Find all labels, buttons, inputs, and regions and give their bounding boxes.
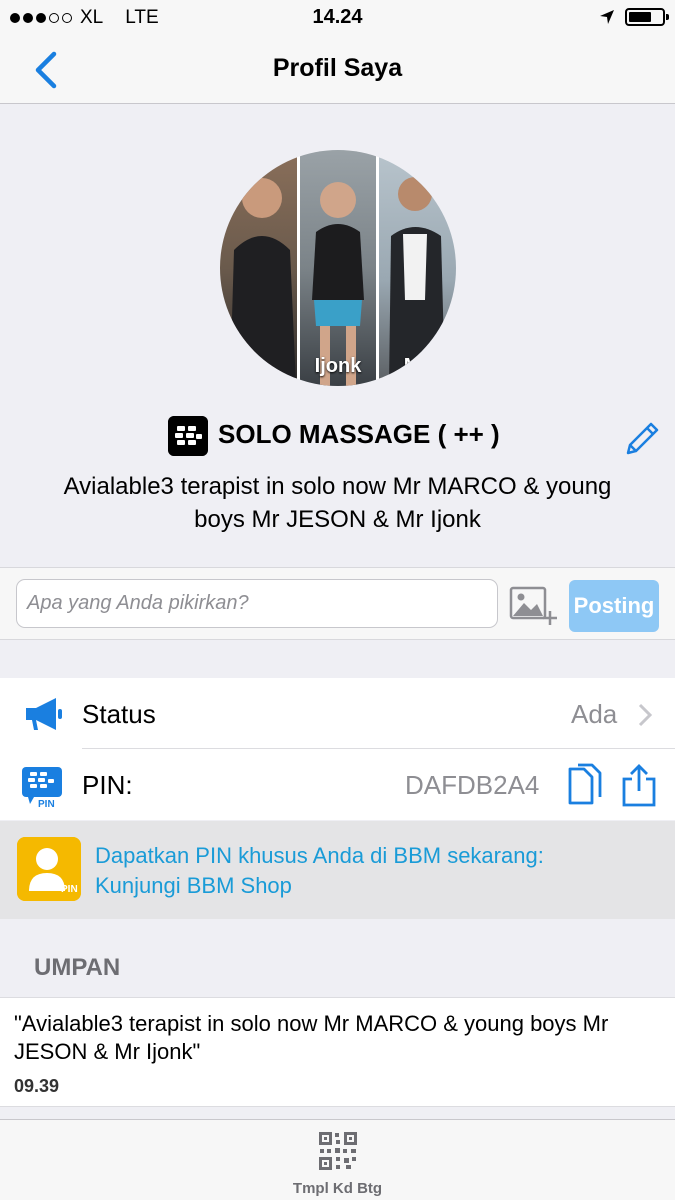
custom-pin-icon: PIN [17, 837, 81, 901]
share-icon[interactable] [620, 763, 658, 807]
page-title: Profil Saya [272, 54, 403, 82]
personal-message: Avialable3 terapist in solo now Mr MARCO… [63, 473, 612, 533]
feed-header: UMPAN [34, 954, 121, 981]
copy-icon[interactable] [566, 763, 604, 807]
bbm-shop-promo[interactable]: PIN Dapatkan PIN khusus Anda di BBM seka… [0, 821, 675, 919]
person-silhouette-icon [389, 177, 446, 386]
status-post-input[interactable]: Apa yang Anda pikirkan? [16, 579, 498, 628]
svg-text:PIN: PIN [61, 884, 78, 895]
status-right [599, 8, 669, 26]
status-label: Status [82, 699, 156, 729]
tab-bar: Tmpl Kd Btg [0, 1119, 675, 1200]
promo-text[interactable]: Dapatkan PIN khusus Anda di BBM sekarang… [95, 841, 544, 901]
megaphone-icon [26, 698, 62, 730]
avatar-panel: Ijonk [296, 150, 380, 386]
posting-button[interactable]: Posting [569, 580, 659, 632]
battery-icon [625, 8, 669, 26]
bbm-pin-icon: PIN [22, 767, 62, 807]
navigation-bar: Profil Saya [0, 36, 675, 104]
avatar[interactable]: n Ijonk Ma [220, 150, 456, 386]
clock: 14.24 [312, 6, 363, 28]
pencil-icon[interactable] [620, 417, 664, 461]
person-silhouette-icon [230, 178, 296, 386]
feed-item-time: 09.39 [14, 1076, 60, 1096]
pin-row: PIN PIN: DAFDB2A4 [0, 749, 675, 820]
promo-line1: Dapatkan PIN khusus Anda di BBM sekarang… [95, 843, 544, 868]
avatar-panel: Ma [379, 150, 456, 386]
profile-header: n Ijonk Ma SOLO MASSAGE (++) Avialable… [0, 105, 675, 567]
avatar-label: Ijonk [314, 355, 362, 377]
promo-line2: Kunjungi BBM Shop [95, 873, 292, 898]
avatar-label: n [252, 355, 265, 377]
qr-code-icon[interactable] [318, 1131, 358, 1171]
location-arrow-icon [600, 10, 614, 24]
status-row[interactable]: Status Ada [0, 678, 675, 749]
feed-item[interactable]: "Avialable3 terapist in solo now Mr MARC… [0, 997, 675, 1107]
status-bar: XL LTE 14.24 [0, 0, 675, 36]
avatar-label: Ma [403, 355, 432, 377]
post-bar: Apa yang Anda pikirkan? Posting [0, 567, 675, 640]
feed-item-text: "Avialable3 terapist in solo now Mr MARC… [14, 1011, 609, 1064]
tab-label-barcode[interactable]: Tmpl Kd Btg [0, 1180, 675, 1197]
pin-value: DAFDB2A4 [405, 770, 540, 800]
pin-label: PIN: [82, 770, 133, 800]
add-photo-icon[interactable] [508, 583, 558, 627]
status-value: Ada [571, 699, 618, 729]
svg-text:PIN: PIN [38, 799, 55, 807]
bbm-logo-icon [168, 416, 208, 456]
display-name: SOLO MASSAGE ( ++ ) [218, 419, 500, 449]
avatar-panel: n [220, 150, 297, 386]
chevron-right-icon [638, 703, 653, 727]
person-silhouette-icon [311, 182, 364, 386]
